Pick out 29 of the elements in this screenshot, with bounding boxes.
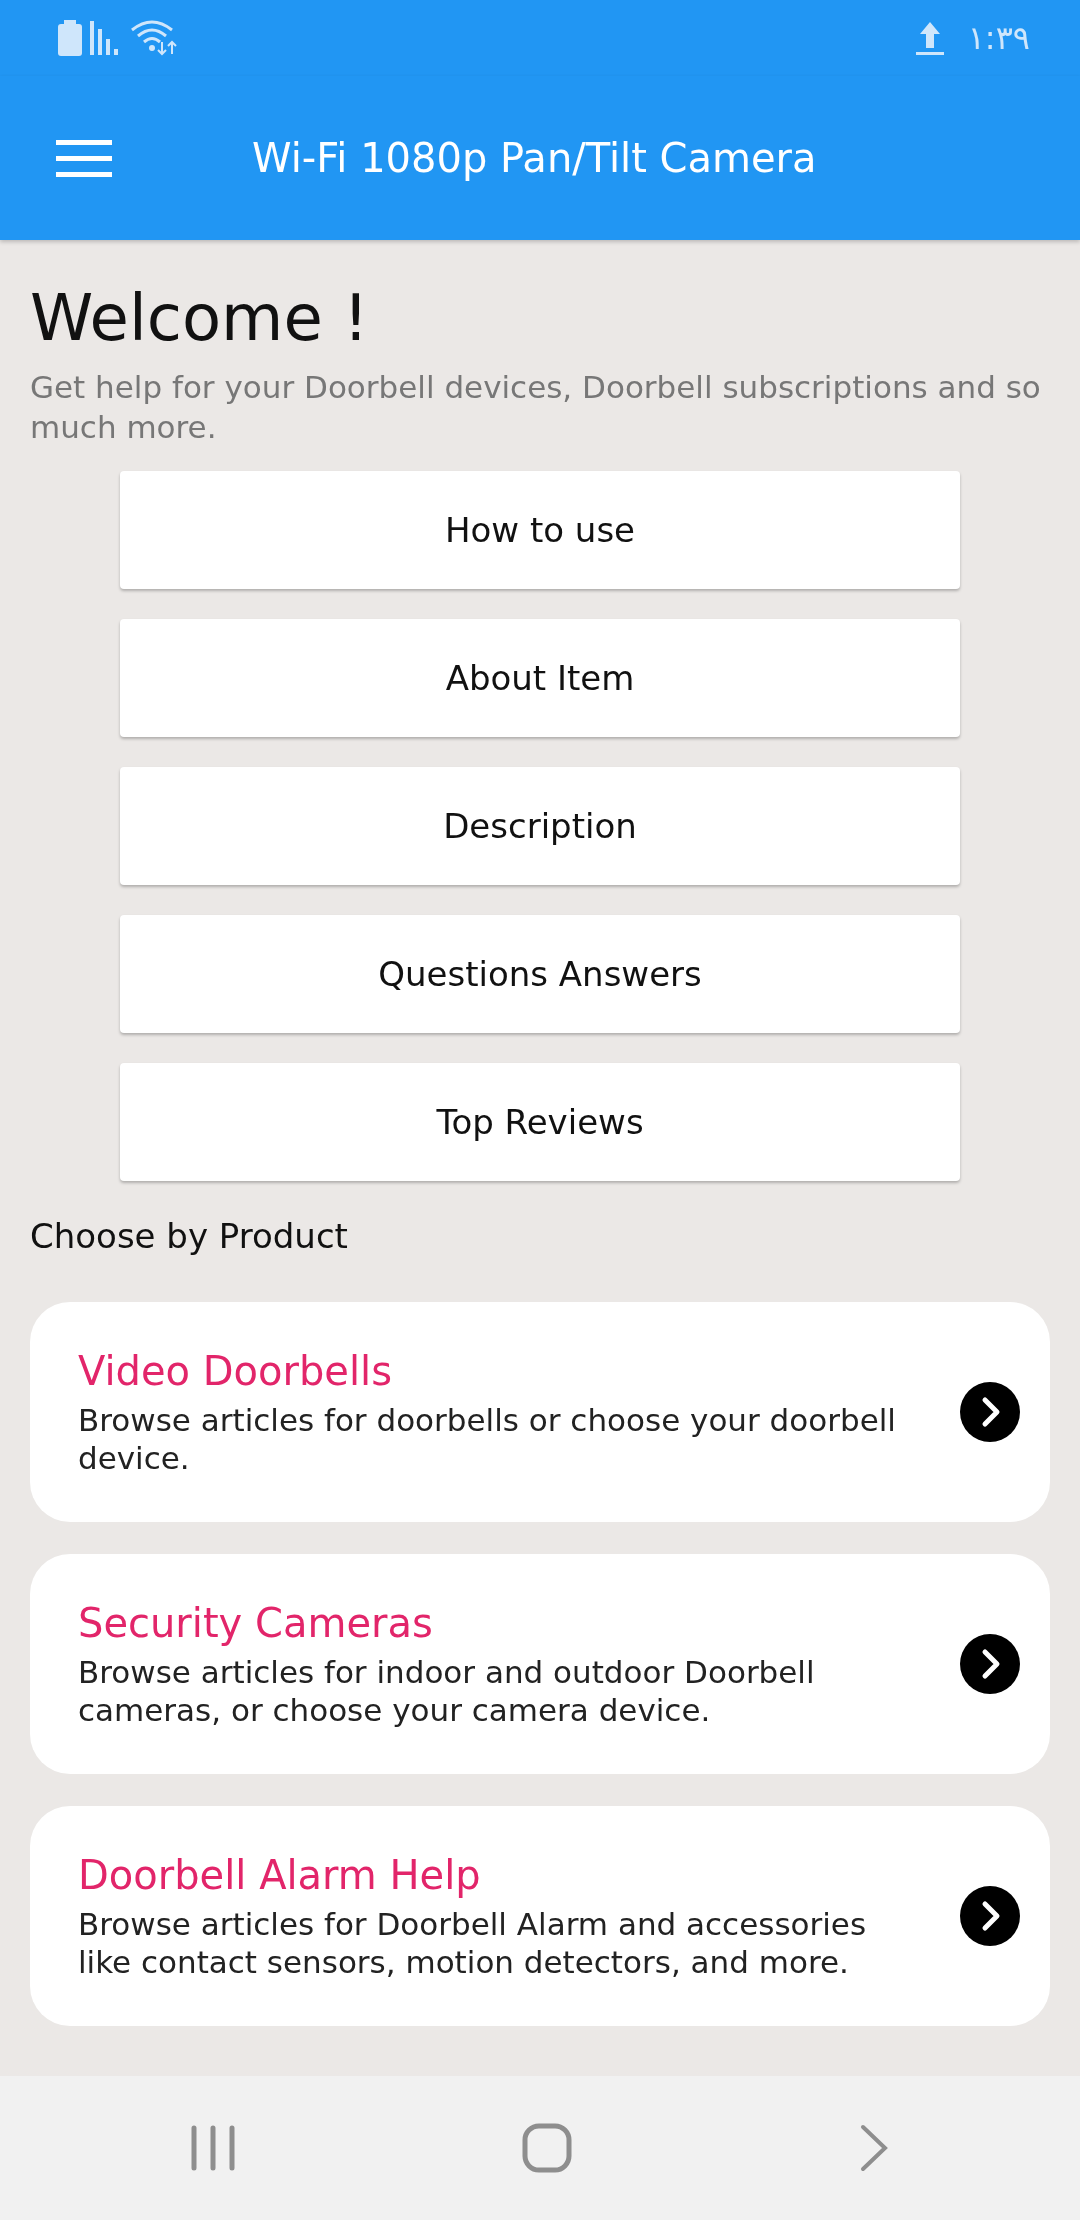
home-icon[interactable] [522, 2123, 572, 2173]
product-title: Security Cameras [78, 1598, 434, 1647]
product-card[interactable]: Security Cameras Browse articles for indoor and outdoor Doorbell cameras, or choose your camera device. [30, 1554, 1050, 1775]
battery-icon [58, 20, 82, 56]
product-description: Browse articles for doorbells or choose your doorbell device. [78, 1400, 897, 1479]
menu-button[interactable]: Questions Answers [120, 915, 960, 1034]
back-icon[interactable] [858, 2124, 889, 2172]
app-title: Wi-Fi 1080p Pan/Tilt Camera [252, 134, 817, 183]
chevron-right-icon[interactable] [960, 1634, 1020, 1695]
upload-icon [915, 20, 944, 56]
welcome-subtitle: Get help for your Doorbell devices, Doorbell subscriptions and so much more. [30, 367, 1042, 448]
product-card[interactable]: Doorbell Alarm Help Browse articles for Doorbell Alarm and accessories like contact sensors, motion detectors, and more. [30, 1806, 1050, 2027]
product-description: Browse articles for indoor and outdoor Doorbell cameras, or choose your camera device. [78, 1652, 816, 1731]
menu-button[interactable]: About Item [120, 619, 960, 738]
clock-time: ١:٣٩ [967, 18, 1030, 59]
product-card[interactable]: Video Doorbells Browse articles for doorbells or choose your doorbell device. [30, 1302, 1050, 1523]
menu-icon[interactable] [56, 138, 112, 178]
product-title: Video Doorbells [78, 1346, 394, 1395]
menu-button[interactable]: Description [120, 767, 960, 886]
welcome-heading: Welcome ! [30, 280, 370, 357]
wifi-icon [130, 20, 178, 56]
product-title: Doorbell Alarm Help [78, 1850, 482, 1899]
chevron-right-icon[interactable] [960, 1886, 1020, 1947]
chevron-right-icon[interactable] [960, 1382, 1020, 1443]
section-heading: Choose by Product [30, 1215, 349, 1259]
recent-apps-icon[interactable] [191, 2125, 236, 2171]
product-description: Browse articles for Doorbell Alarm and accessories like contact sensors, motion detectors, and more. [78, 1904, 868, 1983]
menu-button[interactable]: Top Reviews [120, 1063, 960, 1182]
menu-button[interactable]: How to use [120, 471, 960, 590]
